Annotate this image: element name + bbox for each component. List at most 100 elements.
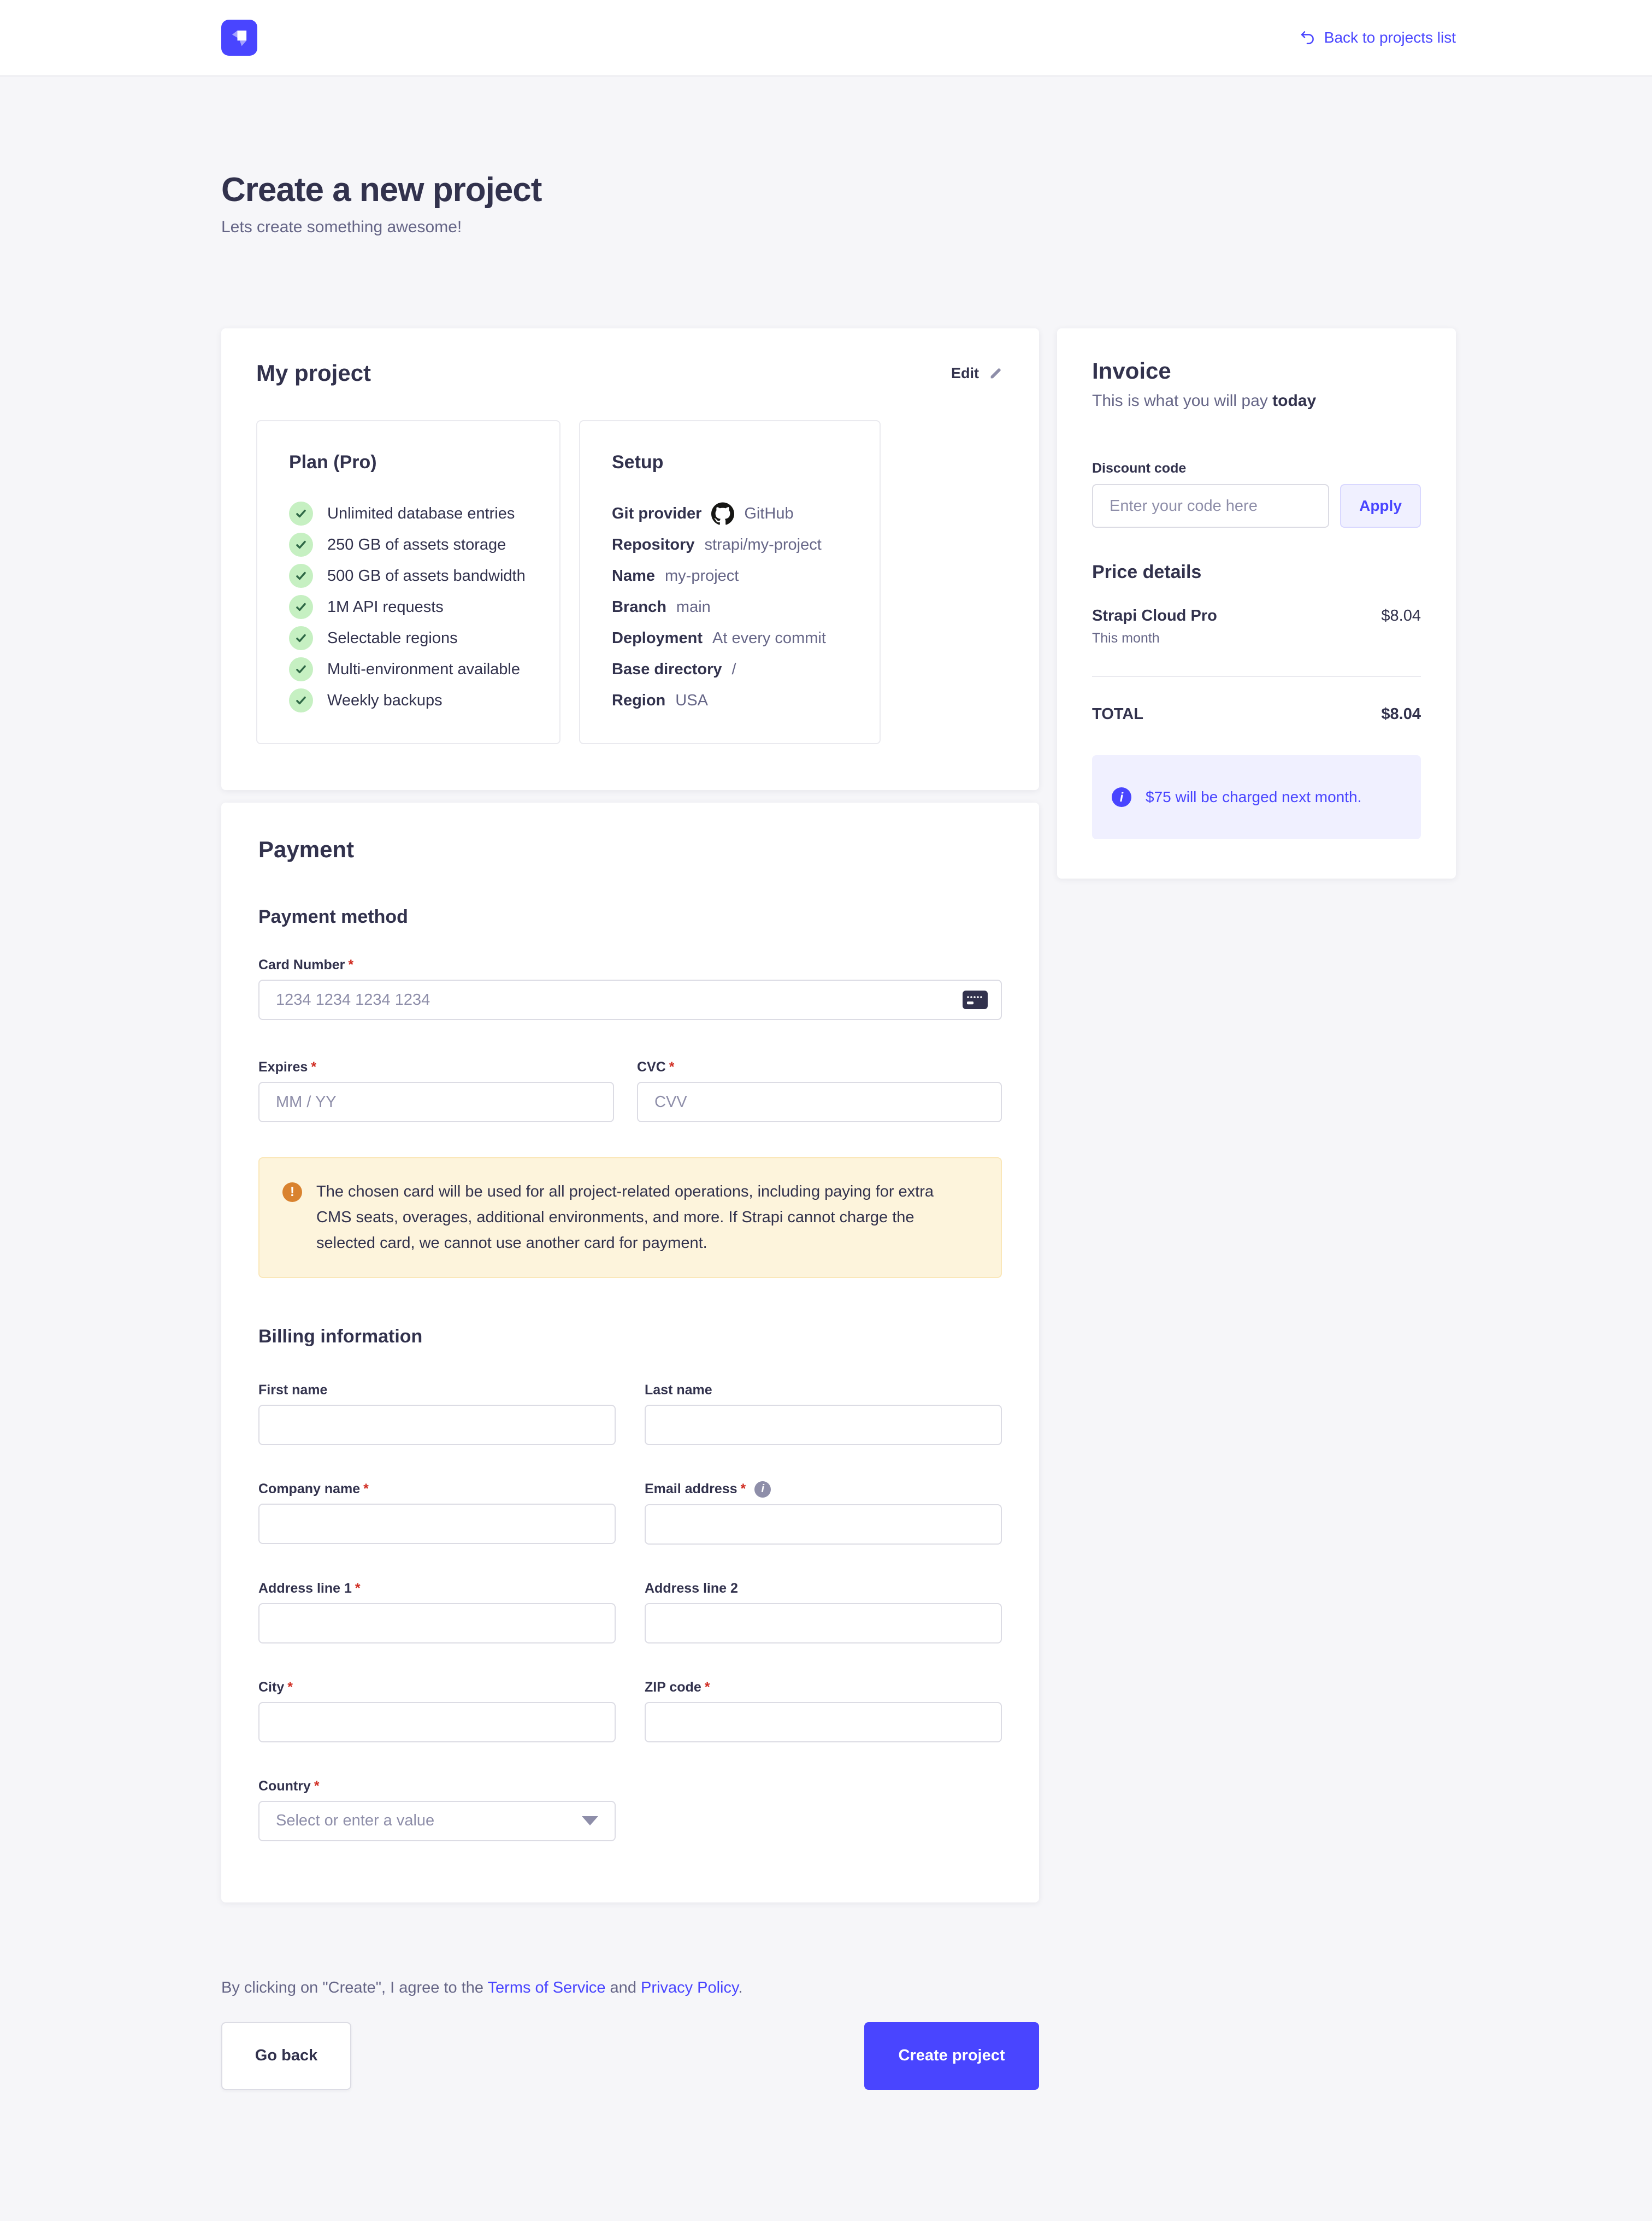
- create-project-button[interactable]: Create project: [864, 2022, 1039, 2090]
- card-usage-warning-text: The chosen card will be used for all pro…: [316, 1179, 961, 1256]
- first-name-label: First name: [258, 1382, 616, 1398]
- pencil-icon: [988, 365, 1004, 381]
- terms-of-service-link[interactable]: Terms of Service: [488, 1979, 606, 1996]
- setup-row-label: Region: [612, 692, 665, 710]
- check-icon: [289, 502, 313, 526]
- card-number-field: Card Number*: [258, 957, 1002, 1020]
- setup-card: Setup Git providerGitHubRepositorystrapi…: [579, 420, 881, 744]
- total-amount: $8.04: [1381, 705, 1421, 723]
- check-icon: [289, 533, 313, 557]
- price-details-title: Price details: [1092, 562, 1421, 583]
- edit-button[interactable]: Edit: [951, 365, 1004, 382]
- page-subtitle: Lets create something awesome!: [221, 218, 1456, 237]
- my-project-title: My project: [256, 360, 371, 386]
- setup-title: Setup: [612, 452, 848, 473]
- my-project-card: My project Edit Plan (Pro) Unlimited dat: [221, 328, 1039, 790]
- address-line-2-field: Address line 2: [645, 1581, 1002, 1643]
- total-label: TOTAL: [1092, 705, 1143, 723]
- setup-row: Branch main: [612, 595, 848, 619]
- required-asterisk: *: [314, 1778, 320, 1794]
- discount-code-input[interactable]: [1092, 484, 1329, 528]
- setup-row-label: Branch: [612, 598, 666, 616]
- plan-card: Plan (Pro) Unlimited database entries 250…: [256, 420, 560, 744]
- email-address-input[interactable]: [645, 1504, 1002, 1545]
- email-address-label: Email address*i: [645, 1481, 1002, 1498]
- back-to-projects-link[interactable]: Back to projects list: [1299, 29, 1456, 46]
- required-asterisk: *: [311, 1059, 316, 1075]
- company-name-input[interactable]: [258, 1504, 616, 1544]
- setup-row-label: Base directory: [612, 661, 722, 679]
- select-placeholder: Select or enter a value: [276, 1812, 434, 1830]
- last-name-field: Last name: [645, 1382, 1002, 1445]
- city-input[interactable]: [258, 1702, 616, 1742]
- cvc-field: CVC*: [637, 1059, 1002, 1122]
- address-line-1-input[interactable]: [258, 1603, 616, 1643]
- info-icon: i: [1112, 787, 1131, 807]
- cvc-label: CVC*: [637, 1059, 1002, 1075]
- payment-method-title: Payment method: [258, 906, 1002, 928]
- price-item-name: Strapi Cloud Pro: [1092, 607, 1217, 625]
- setup-row-value: GitHub: [744, 505, 793, 523]
- apply-button[interactable]: Apply: [1340, 484, 1421, 528]
- go-back-button[interactable]: Go back: [221, 2022, 351, 2090]
- privacy-policy-link[interactable]: Privacy Policy: [641, 1979, 738, 1996]
- info-icon[interactable]: i: [754, 1481, 771, 1498]
- cvc-input[interactable]: [637, 1082, 1002, 1122]
- plan-feature: Unlimited database entries: [289, 502, 528, 526]
- setup-row-value: main: [676, 598, 711, 616]
- back-link-label: Back to projects list: [1324, 29, 1456, 46]
- plan-feature: 250 GB of assets storage: [289, 533, 528, 557]
- address-line-2-input[interactable]: [645, 1603, 1002, 1643]
- check-icon: [289, 564, 313, 588]
- required-asterisk: *: [363, 1481, 369, 1497]
- chevron-down-icon: [582, 1816, 598, 1825]
- required-asterisk: *: [669, 1059, 675, 1075]
- check-icon: [289, 688, 313, 712]
- zip-code-field: ZIP code*: [645, 1680, 1002, 1742]
- check-icon: [289, 626, 313, 650]
- card-usage-warning: ! The chosen card will be used for all p…: [258, 1157, 1002, 1278]
- setup-row-label: Git provider: [612, 505, 701, 523]
- plan-feature-label: 500 GB of assets bandwidth: [327, 567, 526, 585]
- divider: [1092, 676, 1421, 677]
- setup-row-label: Name: [612, 567, 655, 585]
- address-line-1-label: Address line 1*: [258, 1581, 616, 1596]
- plan-feature-label: Selectable regions: [327, 629, 458, 647]
- price-line-item: Strapi Cloud Pro This month $8.04: [1092, 607, 1421, 646]
- check-icon: [289, 657, 313, 681]
- setup-row-value: my-project: [665, 567, 739, 585]
- plan-feature: 1M API requests: [289, 595, 528, 619]
- expires-field: Expires*: [258, 1059, 614, 1122]
- email-address-field: Email address*i: [645, 1481, 1002, 1545]
- card-number-input[interactable]: [258, 980, 1002, 1020]
- price-item-period: This month: [1092, 631, 1217, 646]
- agreement-text: By clicking on "Create", I agree to the …: [221, 1979, 1039, 1997]
- required-asterisk: *: [348, 957, 353, 973]
- expires-input[interactable]: [258, 1082, 614, 1122]
- setup-row-value: USA: [675, 692, 708, 710]
- address-line-2-label: Address line 2: [645, 1581, 1002, 1596]
- required-asterisk: *: [287, 1680, 293, 1695]
- company-name-label: Company name*: [258, 1481, 616, 1497]
- next-month-charge-text: $75 will be charged next month.: [1146, 788, 1361, 806]
- country-select[interactable]: Select or enter a value: [258, 1801, 616, 1841]
- strapi-logo[interactable]: [221, 20, 257, 56]
- github-icon: [711, 502, 734, 525]
- check-icon: [289, 595, 313, 619]
- setup-row-label: Repository: [612, 536, 694, 554]
- zip-code-input[interactable]: [645, 1702, 1002, 1742]
- plan-feature: Multi-environment available: [289, 657, 528, 681]
- setup-row-label: Deployment: [612, 629, 703, 647]
- first-name-input[interactable]: [258, 1405, 616, 1445]
- zip-code-label: ZIP code*: [645, 1680, 1002, 1695]
- footer: By clicking on "Create", I agree to the …: [221, 1979, 1039, 2221]
- price-item-amount: $8.04: [1381, 607, 1421, 646]
- setup-row-value: /: [732, 661, 736, 679]
- required-asterisk: *: [705, 1680, 710, 1695]
- card-number-label: Card Number*: [258, 957, 1002, 973]
- next-month-charge-note: i $75 will be charged next month.: [1092, 755, 1421, 839]
- plan-title: Plan (Pro): [289, 452, 528, 473]
- setup-row-value: At every commit: [712, 629, 826, 647]
- country-label: Country*: [258, 1778, 616, 1794]
- last-name-input[interactable]: [645, 1405, 1002, 1445]
